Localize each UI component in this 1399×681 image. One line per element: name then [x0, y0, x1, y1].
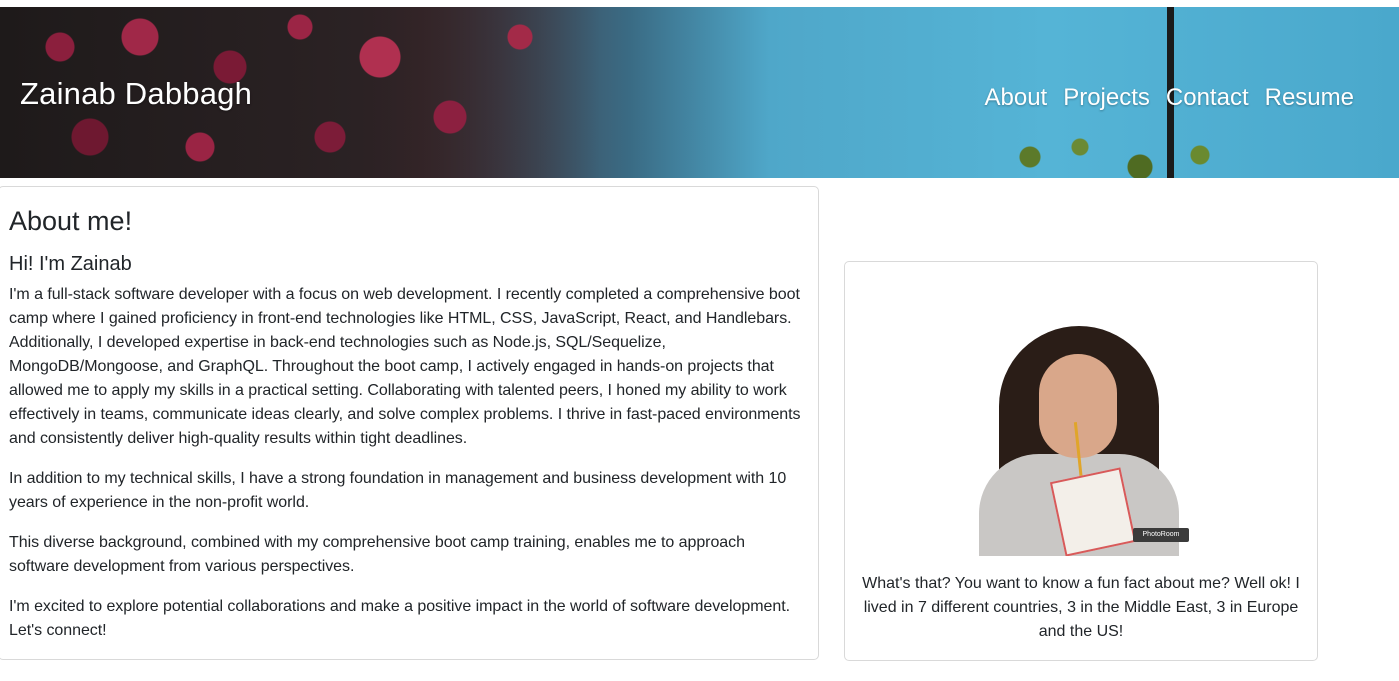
site-header: Zainab Dabbagh About Projects Contact Re…	[0, 7, 1399, 178]
top-strip	[0, 0, 1399, 7]
about-subtitle: Hi! I'm Zainab	[9, 253, 132, 275]
main-nav: About Projects Contact Resume	[976, 84, 1362, 112]
about-card: About me! Hi! I'm Zainab I'm a full-stac…	[0, 186, 819, 660]
profile-photo: PhotoRoom	[977, 324, 1199, 556]
about-paragraph-intro: I'm a full-stack software developer with…	[9, 286, 801, 447]
nav-resume-link[interactable]: Resume	[1257, 84, 1362, 112]
about-paragraph-experience: In addition to my technical skills, I ha…	[9, 470, 787, 511]
about-paragraph-connect: I'm excited to explore potential collabo…	[9, 598, 790, 639]
photoroom-badge: PhotoRoom	[1133, 528, 1189, 542]
photo-card: PhotoRoom What's that? You want to know …	[844, 261, 1318, 661]
about-title: About me!	[9, 206, 133, 236]
nav-contact-link[interactable]: Contact	[1158, 84, 1257, 112]
fun-fact-caption: What's that? You want to know a fun fact…	[862, 575, 1300, 640]
header-leaves-image	[990, 127, 1230, 178]
site-title[interactable]: Zainab Dabbagh	[20, 76, 252, 112]
about-paragraph-background: This diverse background, combined with m…	[9, 534, 745, 575]
nav-about-link[interactable]: About	[976, 84, 1055, 112]
photo-box-shape	[1049, 467, 1137, 556]
nav-projects-link[interactable]: Projects	[1055, 84, 1158, 112]
